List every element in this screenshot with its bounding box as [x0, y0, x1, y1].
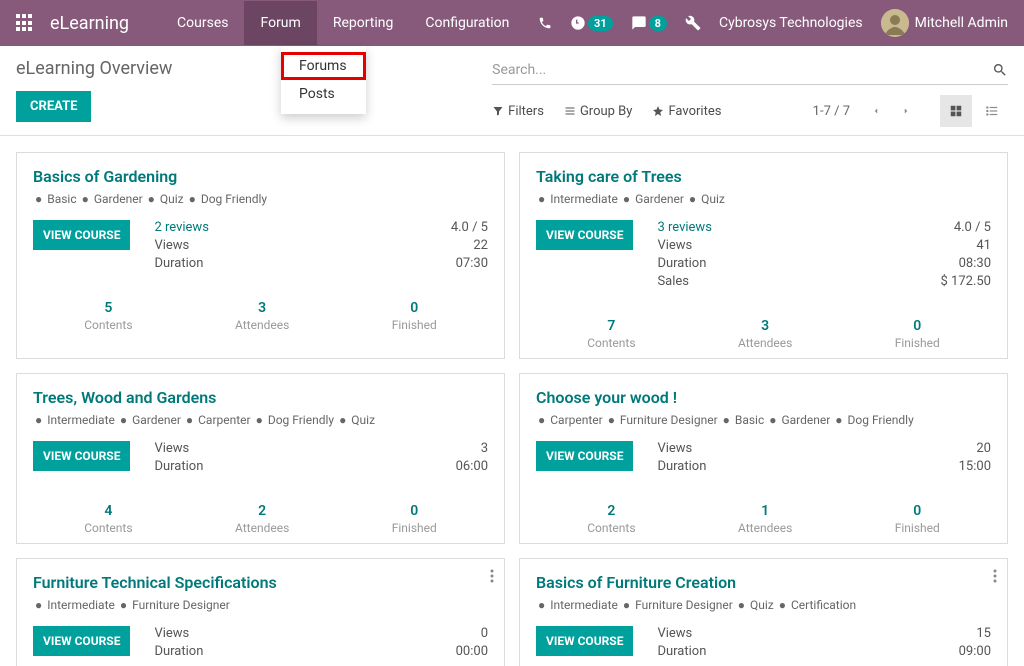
pager-prev[interactable]: [864, 99, 888, 123]
avatar: [881, 9, 909, 37]
nav-menu: CoursesForumReportingConfiguration: [161, 1, 525, 45]
course-card: Taking care of Trees ● Intermediate ● Gar…: [519, 152, 1008, 359]
course-title[interactable]: Trees, Wood and Gardens: [33, 388, 488, 407]
stat-finished[interactable]: 0Finished: [895, 503, 940, 535]
forum-dropdown: ForumsPosts: [281, 46, 366, 114]
card-menu-icon[interactable]: [993, 569, 997, 583]
stat-finished[interactable]: 0Finished: [895, 318, 940, 350]
pager-next[interactable]: [894, 99, 918, 123]
nav-item-configuration[interactable]: Configuration: [409, 1, 525, 45]
phone-icon[interactable]: [538, 16, 552, 30]
course-card: Trees, Wood and Gardens ● Intermediate ● …: [16, 373, 505, 544]
dropdown-item-forums[interactable]: Forums: [281, 52, 366, 80]
course-tags: ● Basic ● Gardener ● Quiz ● Dog Friendly: [33, 192, 488, 206]
apps-icon[interactable]: [16, 14, 34, 32]
main-navbar: eLearning CoursesForumReportingConfigura…: [0, 0, 1024, 46]
search-input[interactable]: [492, 62, 992, 78]
favorites-button[interactable]: Favorites: [652, 104, 721, 119]
dropdown-item-posts[interactable]: Posts: [281, 80, 366, 108]
view-course-button[interactable]: VIEW COURSE: [536, 626, 633, 656]
pager-text: 1-7 / 7: [813, 104, 850, 119]
chat-icon[interactable]: 8: [631, 15, 667, 31]
card-menu-icon[interactable]: [490, 569, 494, 583]
reviews-link[interactable]: 2 reviews: [154, 220, 208, 235]
groupby-button[interactable]: Group By: [564, 104, 633, 119]
course-title[interactable]: Furniture Technical Specifications: [33, 573, 488, 592]
view-course-button[interactable]: VIEW COURSE: [33, 626, 130, 656]
stat-attendees[interactable]: 2Attendees: [235, 503, 289, 535]
filters-button[interactable]: Filters: [492, 104, 544, 119]
nav-item-reporting[interactable]: Reporting: [317, 1, 410, 45]
view-course-button[interactable]: VIEW COURSE: [536, 220, 633, 250]
course-title[interactable]: Taking care of Trees: [536, 167, 991, 186]
timer-badge: 31: [588, 16, 613, 31]
course-tags: ● Carpenter ● Furniture Designer ● Basic…: [536, 413, 991, 427]
stat-finished[interactable]: 0Finished: [392, 300, 437, 332]
course-title[interactable]: Basics of Furniture Creation: [536, 573, 991, 592]
app-brand[interactable]: eLearning: [50, 13, 129, 34]
tools-icon[interactable]: [685, 15, 701, 31]
stat-contents[interactable]: 2Contents: [587, 503, 635, 535]
stat-contents[interactable]: 7Contents: [587, 318, 635, 350]
view-course-button[interactable]: VIEW COURSE: [33, 441, 130, 471]
view-course-button[interactable]: VIEW COURSE: [33, 220, 130, 250]
course-title[interactable]: Basics of Gardening: [33, 167, 488, 186]
view-course-button[interactable]: VIEW COURSE: [536, 441, 633, 471]
stat-attendees[interactable]: 1Attendees: [738, 503, 792, 535]
search-icon[interactable]: [992, 62, 1008, 78]
course-title[interactable]: Choose your wood !: [536, 388, 991, 407]
kanban-view: Basics of Gardening ● Basic ● Gardener ● …: [0, 136, 1024, 666]
user-name: Mitchell Admin: [915, 15, 1008, 31]
nav-item-courses[interactable]: Courses: [161, 1, 244, 45]
course-card: Choose your wood ! ● Carpenter ● Furnitur…: [519, 373, 1008, 544]
page-title: eLearning Overview: [16, 58, 492, 79]
user-menu[interactable]: Mitchell Admin: [881, 9, 1008, 37]
stat-attendees[interactable]: 3Attendees: [235, 300, 289, 332]
course-card: Furniture Technical Specifications ● Inte…: [16, 558, 505, 666]
kanban-view-icon[interactable]: [940, 95, 972, 127]
nav-item-forum[interactable]: Forum: [244, 1, 316, 45]
control-panel: eLearning Overview CREATE Filters Group …: [0, 46, 1024, 136]
stat-attendees[interactable]: 3Attendees: [738, 318, 792, 350]
course-tags: ● Intermediate ● Furniture Designer ● Qu…: [536, 598, 991, 612]
course-card: Basics of Gardening ● Basic ● Gardener ● …: [16, 152, 505, 359]
stat-contents[interactable]: 4Contents: [84, 503, 132, 535]
create-button[interactable]: CREATE: [16, 91, 91, 122]
company-switcher[interactable]: Cybrosys Technologies: [719, 15, 863, 31]
timer-icon[interactable]: 31: [570, 15, 613, 31]
stat-finished[interactable]: 0Finished: [392, 503, 437, 535]
course-tags: ● Intermediate ● Gardener ● Quiz: [536, 192, 991, 206]
course-card: Basics of Furniture Creation ● Intermedia…: [519, 558, 1008, 666]
list-view-icon[interactable]: [976, 95, 1008, 127]
chat-badge: 8: [649, 16, 667, 31]
course-tags: ● Intermediate ● Furniture Designer: [33, 598, 488, 612]
stat-contents[interactable]: 5Contents: [84, 300, 132, 332]
course-tags: ● Intermediate ● Gardener ● Carpenter ● …: [33, 413, 488, 427]
reviews-link[interactable]: 3 reviews: [657, 220, 711, 235]
